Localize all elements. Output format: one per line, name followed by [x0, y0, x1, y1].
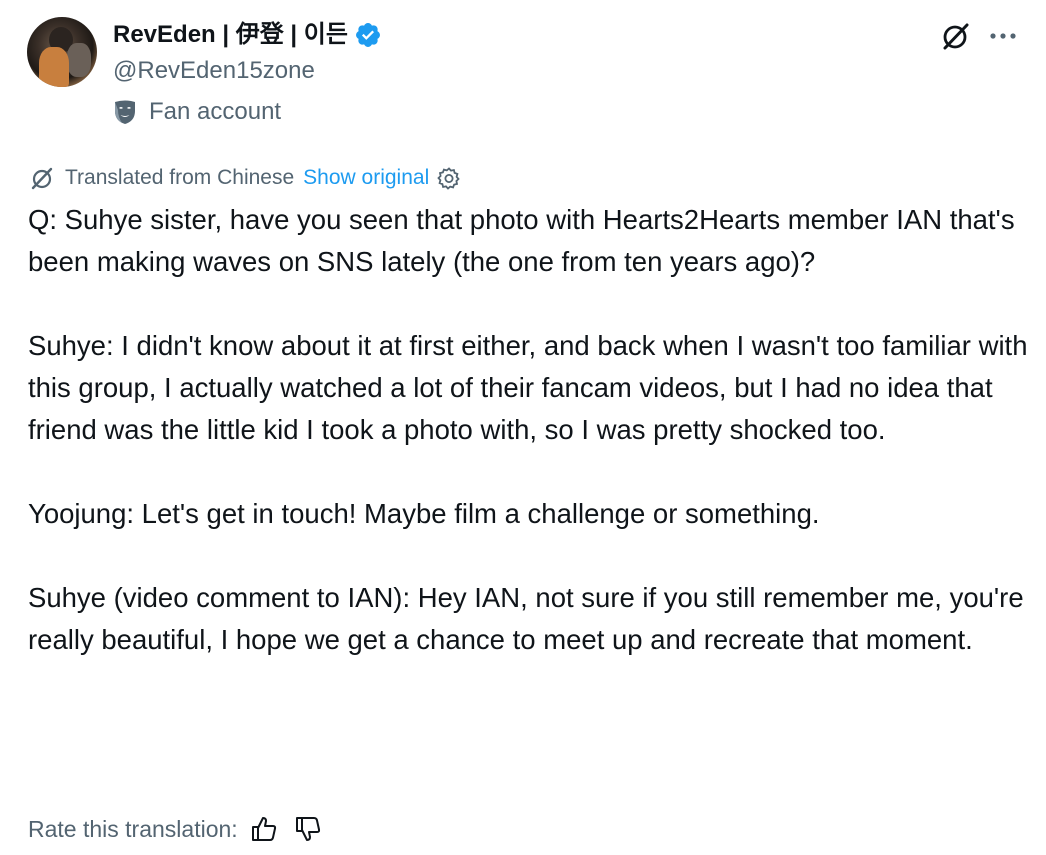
fan-account-text: Fan account — [149, 98, 282, 125]
translation-notice-text: Translated from Chinese — [65, 166, 295, 189]
tweet-paragraph: Yoojung: Let's get in touch! Maybe film … — [28, 498, 820, 529]
rate-translation: Rate this translation: — [28, 813, 322, 845]
author-name-text: RevEden | 伊登 | 이든 — [113, 21, 348, 48]
translation-notice: Translated from Chinese Show original — [29, 163, 461, 193]
author-handle[interactable]: @RevEden15zone — [113, 56, 315, 86]
gear-icon[interactable] — [437, 166, 461, 190]
more-icon — [990, 33, 1016, 39]
grok-button[interactable] — [938, 19, 972, 53]
grok-translate-icon — [31, 167, 53, 190]
show-original-link[interactable]: Show original — [303, 166, 429, 190]
tweet-paragraph: Suhye: I didn't know about it at first e… — [28, 330, 1028, 445]
fan-account-label: Fan account — [113, 97, 281, 127]
avatar[interactable] — [27, 17, 97, 87]
theater-mask-icon — [115, 100, 135, 124]
grok-icon — [943, 23, 969, 50]
more-button[interactable] — [986, 19, 1020, 53]
thumbs-down-icon[interactable] — [294, 815, 322, 843]
verified-badge-icon — [356, 23, 380, 47]
thumbs-up-icon[interactable] — [250, 815, 278, 843]
tweet-paragraph: Q: Suhye sister, have you seen that phot… — [28, 204, 1015, 277]
rate-translation-label: Rate this translation: — [28, 815, 238, 842]
author-display-name[interactable]: RevEden | 伊登 | 이든 — [113, 20, 382, 50]
tweet-paragraph: Suhye (video comment to IAN): Hey IAN, n… — [28, 582, 1024, 655]
tweet-text: Q: Suhye sister, have you seen that phot… — [28, 199, 1028, 661]
